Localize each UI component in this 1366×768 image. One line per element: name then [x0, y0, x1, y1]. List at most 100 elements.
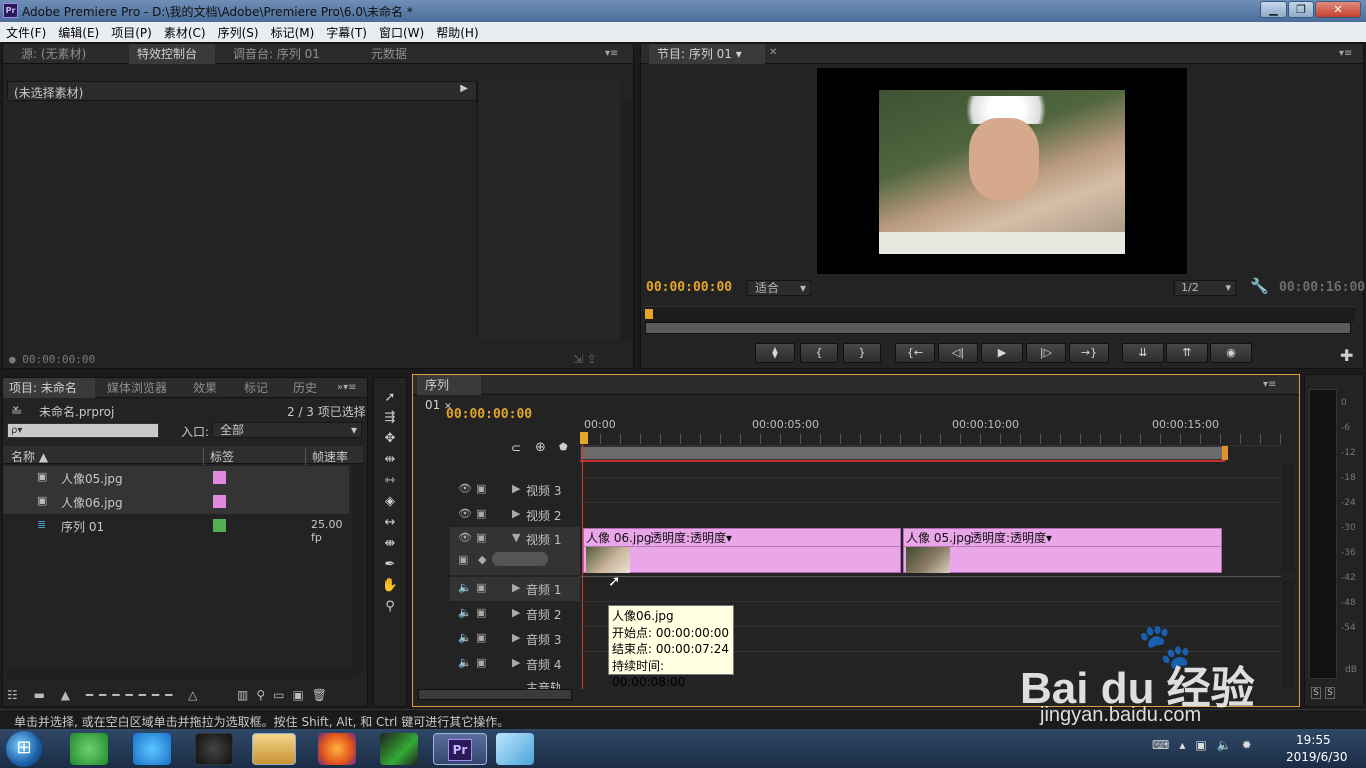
keyframe-nav[interactable] — [492, 552, 548, 566]
expand-track-icon[interactable]: ▶ — [512, 507, 520, 520]
step-back-button[interactable]: ◁| — [938, 343, 978, 363]
solo-button[interactable]: S — [1311, 687, 1321, 699]
speaker-icon[interactable]: 🔈 — [458, 581, 472, 594]
firefox-icon[interactable] — [318, 733, 356, 765]
keyframe-area[interactable] — [477, 81, 619, 339]
expand-track-icon[interactable]: ▶ — [512, 656, 520, 669]
track-audio-1[interactable]: 🔈 ▣ ▶ 音频 1 — [450, 577, 580, 601]
eye-icon[interactable]: 👁 — [458, 531, 472, 544]
project-bottom-toolbar[interactable]: ☷ ▬ ▲ ━━━━━━━ △ — [7, 688, 203, 702]
slip-tool-icon[interactable]: ↔ — [379, 514, 401, 532]
tab-media-browser[interactable]: 媒体浏览器 — [99, 378, 175, 398]
display-style-icon[interactable]: ▣ — [458, 553, 468, 566]
tab-metadata[interactable]: 元数据 — [363, 44, 415, 64]
fit-dropdown[interactable]: 适合 ▾ — [747, 280, 811, 296]
list-item[interactable]: ≣ 序列 01 25.00 fp — [3, 514, 349, 544]
tab-audio-mixer[interactable]: 调音台: 序列 01 — [225, 44, 328, 64]
add-marker-button[interactable]: ⧫ — [755, 343, 795, 363]
scrollbar-vertical[interactable] — [353, 464, 363, 674]
maximize-button[interactable]: ❐ — [1288, 1, 1314, 18]
menu-project[interactable]: 项目(P) — [105, 22, 158, 41]
work-area-end-handle[interactable] — [1222, 446, 1228, 460]
track-video-1[interactable]: 👁 ▣ ▼ 视频 1 ▣ ◆ — [450, 527, 580, 575]
expand-track-icon[interactable]: ▶ — [512, 631, 520, 644]
speaker-icon[interactable]: 🔈 — [458, 631, 472, 644]
solo-button[interactable]: S — [1325, 687, 1335, 699]
expand-track-icon[interactable]: ▶ — [512, 581, 520, 594]
track-select-tool-icon[interactable]: ⇶ — [379, 409, 401, 427]
play-arrow-icon[interactable]: ▶ — [460, 83, 468, 94]
mark-in-button[interactable]: { — [800, 343, 838, 363]
playhead-handle-icon[interactable] — [580, 432, 588, 444]
eye-icon[interactable]: 👁 — [458, 482, 472, 495]
menu-help[interactable]: 帮助(H) — [430, 22, 484, 41]
eye-icon[interactable]: 👁 — [458, 507, 472, 520]
zoom-tool-icon[interactable]: ⚲ — [379, 598, 401, 616]
track-video-2[interactable]: 👁 ▣ ▶ 视频 2 — [450, 503, 580, 527]
search-input[interactable]: ρ▾ — [7, 423, 159, 438]
col-name[interactable]: 名称 ▲ — [11, 448, 48, 465]
go-to-in-button[interactable]: {← — [895, 343, 935, 363]
keyframe-icon[interactable]: ◆ — [478, 553, 486, 566]
track-master[interactable]: 主音轨 — [450, 677, 580, 689]
panel-menu-icon[interactable]: »▾≡ — [337, 382, 357, 393]
scrollbar-vertical[interactable] — [621, 102, 631, 342]
menu-window[interactable]: 窗口(W) — [373, 22, 430, 41]
opacity-line[interactable] — [904, 546, 1221, 547]
marker-icon[interactable]: ⬟ — [559, 442, 568, 453]
tab-program[interactable]: 节目: 序列 01 ▾ — [649, 44, 765, 64]
sync-lock-icon[interactable]: ▣ — [476, 606, 486, 619]
selection-tool-icon[interactable]: ➚ — [379, 389, 401, 407]
qq-icon[interactable] — [195, 733, 233, 765]
speaker-icon[interactable]: 🔈 — [458, 606, 472, 619]
clock-time[interactable]: 19:55 — [1296, 733, 1331, 747]
clock-date[interactable]: 2019/6/30 — [1286, 750, 1348, 764]
playhead-marker-icon[interactable] — [645, 309, 653, 319]
premiere-taskbar-button[interactable]: Pr — [433, 733, 487, 765]
tab-effect-controls[interactable]: 特效控制台 — [129, 44, 215, 64]
audio-scrollbar[interactable] — [1282, 580, 1294, 688]
razor-tool-icon[interactable]: ◈ — [379, 493, 401, 511]
timeline-zoom-scrollbar[interactable] — [418, 689, 572, 700]
track-audio-3[interactable]: 🔈 ▣ ▶ 音频 3 — [450, 627, 580, 651]
pen-tool-icon[interactable]: ✒ — [379, 556, 401, 574]
track-audio-2[interactable]: 🔈 ▣ ▶ 音频 2 — [450, 602, 580, 626]
sync-lock-icon[interactable]: ▣ — [476, 656, 486, 669]
menu-title[interactable]: 字幕(T) — [320, 22, 373, 41]
sync-lock-icon[interactable]: ▣ — [476, 581, 486, 594]
extract-button[interactable]: ⇈ — [1166, 343, 1208, 363]
minimize-button[interactable]: ▁ — [1260, 1, 1287, 18]
scrollbar-horizontal[interactable] — [7, 670, 351, 680]
slide-tool-icon[interactable]: ⇼ — [379, 535, 401, 553]
close-tab-icon[interactable]: ✕ — [769, 47, 777, 58]
app-media-icon[interactable] — [133, 733, 171, 765]
in-dropdown[interactable]: 全部 ▾ — [212, 422, 362, 438]
video-scrollbar[interactable] — [1282, 465, 1294, 573]
lift-button[interactable]: ⇊ — [1122, 343, 1164, 363]
menu-clip[interactable]: 素材(C) — [158, 22, 212, 41]
collapse-track-icon[interactable]: ▼ — [512, 531, 520, 544]
wrench-icon[interactable]: 🔧 — [1250, 277, 1269, 295]
panel-menu-icon[interactable]: ▾≡ — [605, 48, 618, 59]
tab-markers[interactable]: 标记 — [236, 378, 276, 398]
list-item[interactable]: ▣ 人像05.jpg — [3, 466, 349, 490]
tray-icons[interactable]: ⌨▴▣🔈✹ — [1152, 738, 1262, 752]
sync-lock-icon[interactable]: ▣ — [476, 531, 486, 544]
sync-lock-icon[interactable]: ▣ — [476, 631, 486, 644]
time-ruler[interactable]: 00:00 00:00:05:00 00:00:10:00 00:00:15:0… — [580, 416, 1281, 446]
timeline-clip[interactable]: 人像 05.jpg 透明度:透明度▾ — [903, 528, 1222, 573]
project-actions[interactable]: ▥⚲▭▣🗑 — [237, 688, 335, 702]
rolling-edit-tool-icon[interactable]: ⇹ — [379, 451, 401, 469]
resolution-dropdown[interactable]: 1/2 ▾ — [1174, 280, 1236, 296]
add-button-icon[interactable]: ✚ — [1340, 346, 1353, 365]
col-label[interactable]: 标签 — [203, 448, 234, 465]
video-editor-icon[interactable] — [380, 733, 418, 765]
app-blue-icon[interactable] — [496, 733, 534, 765]
menu-edit[interactable]: 编辑(E) — [52, 22, 105, 41]
clip-effect[interactable]: 透明度:透明度▾ — [650, 529, 732, 546]
app-360-icon[interactable] — [70, 733, 108, 765]
menu-marker[interactable]: 标记(M) — [265, 22, 321, 41]
program-timecode[interactable]: 00:00:00:00 — [646, 280, 732, 295]
tab-effects[interactable]: 效果 — [185, 378, 225, 398]
tab-project[interactable]: 项目: 未命名✕ — [3, 378, 95, 415]
